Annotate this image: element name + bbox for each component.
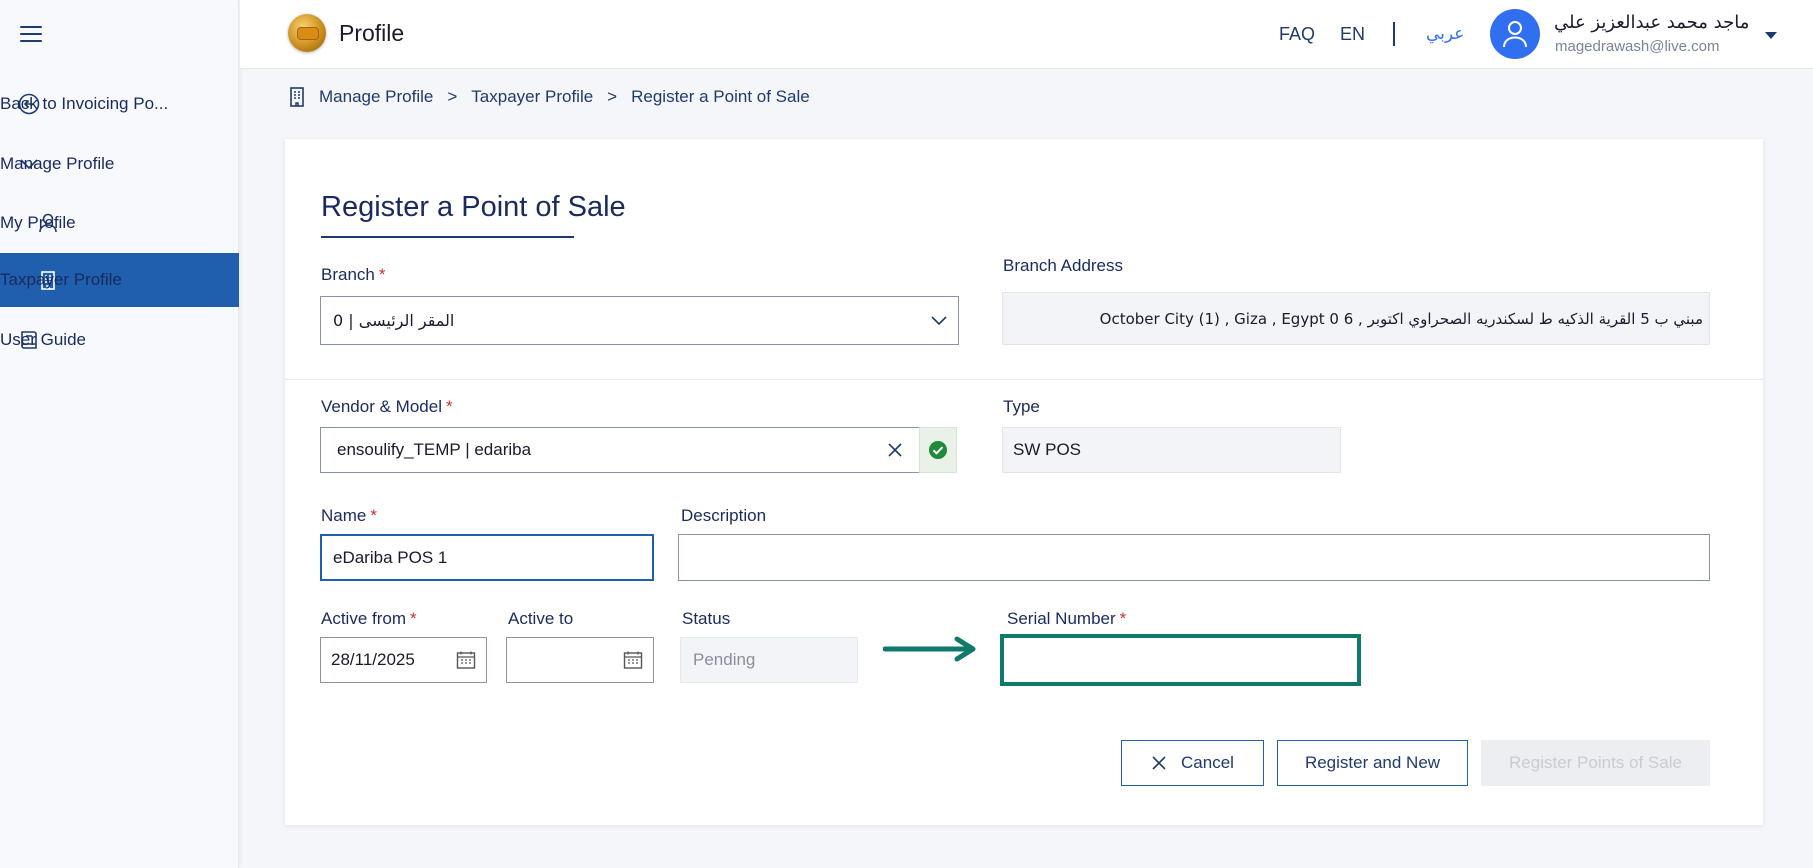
vendor-model-input[interactable]: ensoulify_TEMP | edariba — [320, 427, 920, 473]
title-underline — [321, 236, 574, 238]
building-icon — [289, 87, 305, 107]
hamburger-menu-icon[interactable] — [20, 26, 42, 42]
language-divider — [1393, 22, 1395, 46]
serial-number-input[interactable] — [1000, 634, 1361, 686]
branch-select[interactable]: المقر الرئيسى | 0 — [320, 296, 959, 345]
active-to-date-input[interactable] — [506, 637, 654, 683]
description-input[interactable] — [678, 534, 1710, 581]
chevron-right-icon: > — [447, 87, 458, 106]
page-title: Profile — [339, 20, 405, 46]
sidebar-item-back[interactable]: Back to Invoicing Po... — [0, 77, 239, 131]
description-label: Description — [681, 506, 767, 525]
register-and-new-label: Register and New — [1304, 753, 1441, 772]
section-divider — [285, 379, 1763, 380]
register-pos-card: Register a Point of Sale Branch * المقر ا… — [285, 139, 1763, 825]
active-from-date-input[interactable]: 28/11/2025 — [320, 637, 487, 683]
language-ar-link[interactable]: عربي — [1426, 24, 1464, 44]
name-value: eDariba POS 1 — [333, 547, 448, 567]
required-mark: * — [378, 265, 386, 284]
avatar[interactable] — [1490, 9, 1540, 59]
branch-address-field: مبني ب 5 القرية الذكيه ط لسكندريه الصحرا… — [1002, 292, 1710, 345]
language-en-link[interactable]: EN — [1340, 24, 1365, 45]
required-mark: * — [1119, 609, 1127, 628]
type-label: Type — [1003, 397, 1040, 416]
sidebar-item-label: User Guide — [0, 330, 86, 349]
vendor-model-label: Vendor & Model * — [321, 397, 453, 417]
sidebar-item-manage-profile[interactable]: Manage Profile — [0, 137, 239, 191]
status-label: Status — [682, 609, 731, 628]
chevron-right-icon: > — [607, 87, 618, 106]
sidebar-item-user-guide[interactable]: User Guide — [0, 313, 239, 367]
breadcrumb-current: Register a Point of Sale — [631, 87, 810, 106]
type-field: SW POS — [1002, 427, 1341, 473]
breadcrumb-manage-profile[interactable]: Manage Profile — [319, 87, 433, 107]
branch-address-value: مبني ب 5 القرية الذكيه ط لسكندريه الصحرا… — [1099, 309, 1703, 328]
breadcrumb: Manage Profile > Taxpayer Profile > Regi… — [289, 87, 810, 107]
type-value: SW POS — [1013, 440, 1082, 459]
logo — [288, 14, 326, 52]
calendar-icon[interactable] — [623, 650, 643, 670]
branch-label: Branch * — [321, 265, 386, 285]
sidebar-item-label: My Profile — [0, 213, 76, 232]
name-input[interactable]: eDariba POS 1 — [320, 534, 654, 581]
active-from-value: 28/11/2025 — [331, 650, 415, 669]
sidebar-item-taxpayer-profile[interactable]: Taxpayer Profile — [0, 253, 239, 307]
required-mark: * — [370, 506, 377, 525]
cancel-button-label: Cancel — [1181, 753, 1234, 772]
vendor-model-label-text: Vendor & Model — [321, 397, 442, 416]
branch-address-label: Branch Address — [1003, 256, 1124, 275]
user-email: magedrawash@live.com — [1555, 38, 1720, 55]
arrow-right-icon — [883, 636, 976, 662]
sidebar-item-label: Manage Profile — [0, 154, 115, 173]
register-pos-label: Register Points of Sale — [1509, 753, 1682, 772]
status-field: Pending — [680, 637, 858, 683]
clear-icon[interactable] — [887, 442, 903, 458]
faq-link[interactable]: FAQ — [1279, 24, 1315, 45]
name-label: Name * — [321, 506, 377, 526]
validation-status — [919, 427, 957, 473]
breadcrumb-taxpayer-profile[interactable]: Taxpayer Profile — [471, 87, 593, 107]
chevron-down-icon[interactable] — [930, 315, 948, 327]
active-to-label: Active to — [508, 609, 574, 628]
register-and-new-button[interactable]: Register and New — [1277, 740, 1468, 786]
active-from-label-text: Active from — [321, 609, 407, 628]
required-mark: * — [445, 397, 453, 416]
sidebar-item-my-profile[interactable]: My Profile — [0, 196, 239, 250]
form-title: Register a Point of Sale — [321, 191, 626, 223]
register-pos-button[interactable]: Register Points of Sale — [1481, 740, 1710, 786]
status-value: Pending — [693, 650, 756, 669]
active-from-label: Active from * — [321, 609, 417, 629]
chevron-down-icon[interactable] — [1765, 32, 1777, 39]
user-icon — [1503, 21, 1527, 48]
check-circle-icon — [929, 441, 947, 459]
serial-number-label-text: Serial Number — [1007, 609, 1116, 628]
required-mark: * — [410, 609, 417, 628]
branch-value: المقر الرئيسى | 0 — [333, 311, 455, 330]
cancel-button[interactable]: Cancel — [1121, 740, 1264, 786]
sidebar-item-label: Back to Invoicing Po... — [0, 94, 169, 113]
sidebar: Back to Invoicing Po... Manage Profile M… — [0, 0, 239, 868]
sidebar-item-label: Taxpayer Profile — [0, 270, 122, 289]
close-icon — [1151, 755, 1167, 771]
vendor-model-value: ensoulify_TEMP | edariba — [337, 440, 532, 459]
calendar-icon[interactable] — [456, 650, 476, 670]
name-label-text: Name — [321, 506, 367, 525]
top-header: Profile FAQ EN عربي ماجد محمد عبدالعزيز … — [240, 0, 1813, 69]
user-name: ماجد محمد عبدالعزيز علي — [1554, 12, 1750, 33]
branch-label-text: Branch — [321, 265, 375, 284]
serial-number-label: Serial Number * — [1007, 609, 1126, 629]
